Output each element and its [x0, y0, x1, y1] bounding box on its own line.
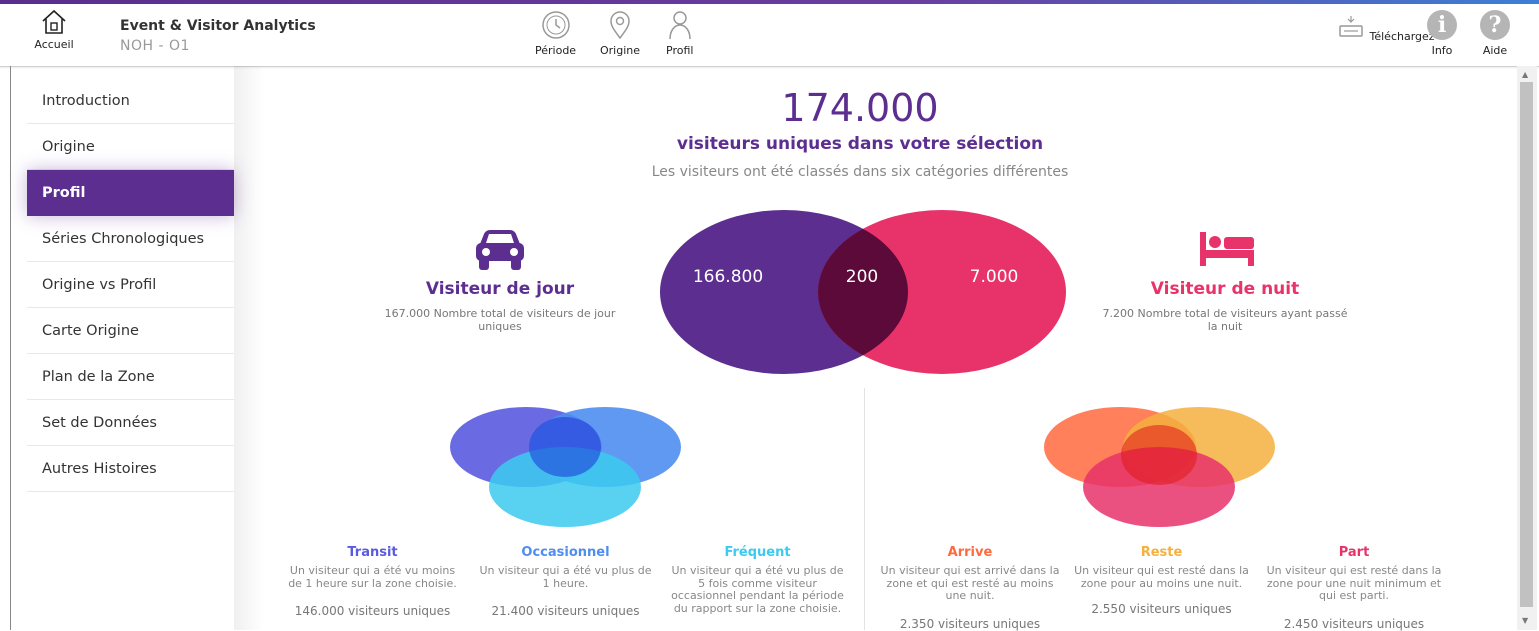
transit-title: Transit: [347, 545, 398, 560]
download-button[interactable]: Téléchargez: [1336, 10, 1435, 43]
arrive-count: 2.350 visiteurs uniques: [899, 617, 1041, 631]
reste-desc: Un visiteur qui est resté dans la zone p…: [1074, 564, 1249, 590]
person-icon: [668, 11, 691, 40]
sidebar-item-origine-vs-profil[interactable]: Origine vs Profil: [27, 262, 234, 308]
occasionnel-title: Occasionnel: [521, 545, 610, 560]
vertical-scrollbar[interactable]: ▲ ▼: [1517, 66, 1537, 630]
total-visitors: 174.000: [781, 86, 939, 130]
reste-title: Reste: [1140, 545, 1183, 560]
venn-both: 200: [845, 267, 879, 287]
transit-count: 146.000 visiteurs uniques: [294, 604, 451, 618]
nav-periode-label: Période: [535, 44, 577, 57]
frequent-desc: Un visiteur qui a été vu plus de 5 fois …: [671, 564, 844, 615]
sidebar-item-introduction[interactable]: Introduction: [27, 78, 234, 124]
day-visitor-title: Visiteur de jour: [425, 279, 575, 299]
nav-origine-label: Origine: [600, 44, 641, 57]
help-button[interactable]: ? Aide: [1480, 10, 1510, 57]
nav-profil-label: Profil: [666, 44, 694, 57]
arrive-desc: Un visiteur qui est arrivé dans la zone …: [880, 564, 1060, 602]
nav-periode-button[interactable]: Période: [535, 10, 576, 57]
sidebar-nav: Introduction Origine Profil Séries Chron…: [27, 78, 234, 492]
nav-profil-button[interactable]: Profil: [666, 10, 693, 57]
occasionnel-count: 21.400 visiteurs uniques: [491, 604, 640, 618]
sidebar-item-carte-origine[interactable]: Carte Origine: [27, 308, 234, 354]
app-header: Accueil Event & Visitor Analytics NOH - …: [0, 4, 1539, 67]
venn-night-only: 7.000: [969, 267, 1019, 287]
part-desc: Un visiteur qui est resté dans la zone p…: [1266, 564, 1442, 602]
help-icon: ?: [1480, 10, 1510, 40]
arrive-title: Arrive: [947, 545, 993, 560]
app-title: Event & Visitor Analytics: [120, 18, 316, 34]
help-label: Aide: [1482, 44, 1508, 57]
bed-icon: [1200, 232, 1254, 266]
day-visitor-desc: 167.000 Nombre total de visiteurs de jou…: [384, 307, 616, 333]
location-pin-icon: [610, 11, 630, 40]
night-visitor-desc: 7.200 Nombre total de visiteurs ayant pa…: [1102, 307, 1348, 333]
frame-border: [10, 66, 11, 630]
clock-icon: [541, 11, 570, 39]
info-button[interactable]: i Info: [1427, 10, 1457, 57]
nav-origine-button[interactable]: Origine: [600, 10, 640, 57]
venn-day-only: 166.800: [692, 267, 764, 287]
transit-desc: Un visiteur qui a été vu moins de 1 heur…: [288, 564, 457, 590]
app-subtitle: NOH - O1: [120, 38, 190, 54]
download-icon: [1339, 16, 1363, 37]
sidebar-item-set-de-donnees[interactable]: Set de Données: [27, 400, 234, 446]
scrollbar-thumb[interactable]: [1520, 82, 1533, 607]
night-visitor-title: Visiteur de nuit: [1150, 279, 1300, 299]
info-label: Info: [1431, 44, 1453, 57]
sidebar-item-plan-de-la-zone[interactable]: Plan de la Zone: [27, 354, 234, 400]
sidebar-item-autres-histoires[interactable]: Autres Histoires: [27, 446, 234, 492]
sidebar-item-series-chronologiques[interactable]: Séries Chronologiques: [27, 216, 234, 262]
info-icon: i: [1427, 10, 1457, 40]
car-icon: [476, 230, 524, 270]
home-icon: [42, 9, 66, 34]
categories-caption: Les visiteurs ont été classés dans six c…: [651, 164, 1069, 180]
home-label: Accueil: [34, 38, 74, 51]
section-divider: [864, 388, 865, 630]
sidebar-shadow: [234, 66, 264, 630]
day-night-venn: [660, 210, 1066, 374]
scroll-up-icon[interactable]: ▲: [1522, 70, 1528, 79]
frequent-title: Fréquent: [724, 545, 791, 560]
sidebar-item-origine[interactable]: Origine: [27, 124, 234, 170]
part-title: Part: [1338, 545, 1370, 560]
home-button[interactable]: Accueil: [34, 8, 74, 51]
day-categories-venn: [450, 407, 681, 527]
reste-count: 2.550 visiteurs uniques: [1091, 602, 1232, 616]
occasionnel-desc: Un visiteur qui a été vu plus de 1 heure…: [479, 564, 652, 590]
sidebar-item-profil[interactable]: Profil: [27, 170, 234, 216]
total-visitors-label: visiteurs uniques dans votre sélection: [676, 134, 1044, 154]
scroll-down-icon[interactable]: ▼: [1522, 616, 1528, 625]
night-categories-venn: [1044, 407, 1275, 527]
part-count: 2.450 visiteurs uniques: [1283, 617, 1425, 631]
download-label: Téléchargez: [1369, 30, 1435, 43]
